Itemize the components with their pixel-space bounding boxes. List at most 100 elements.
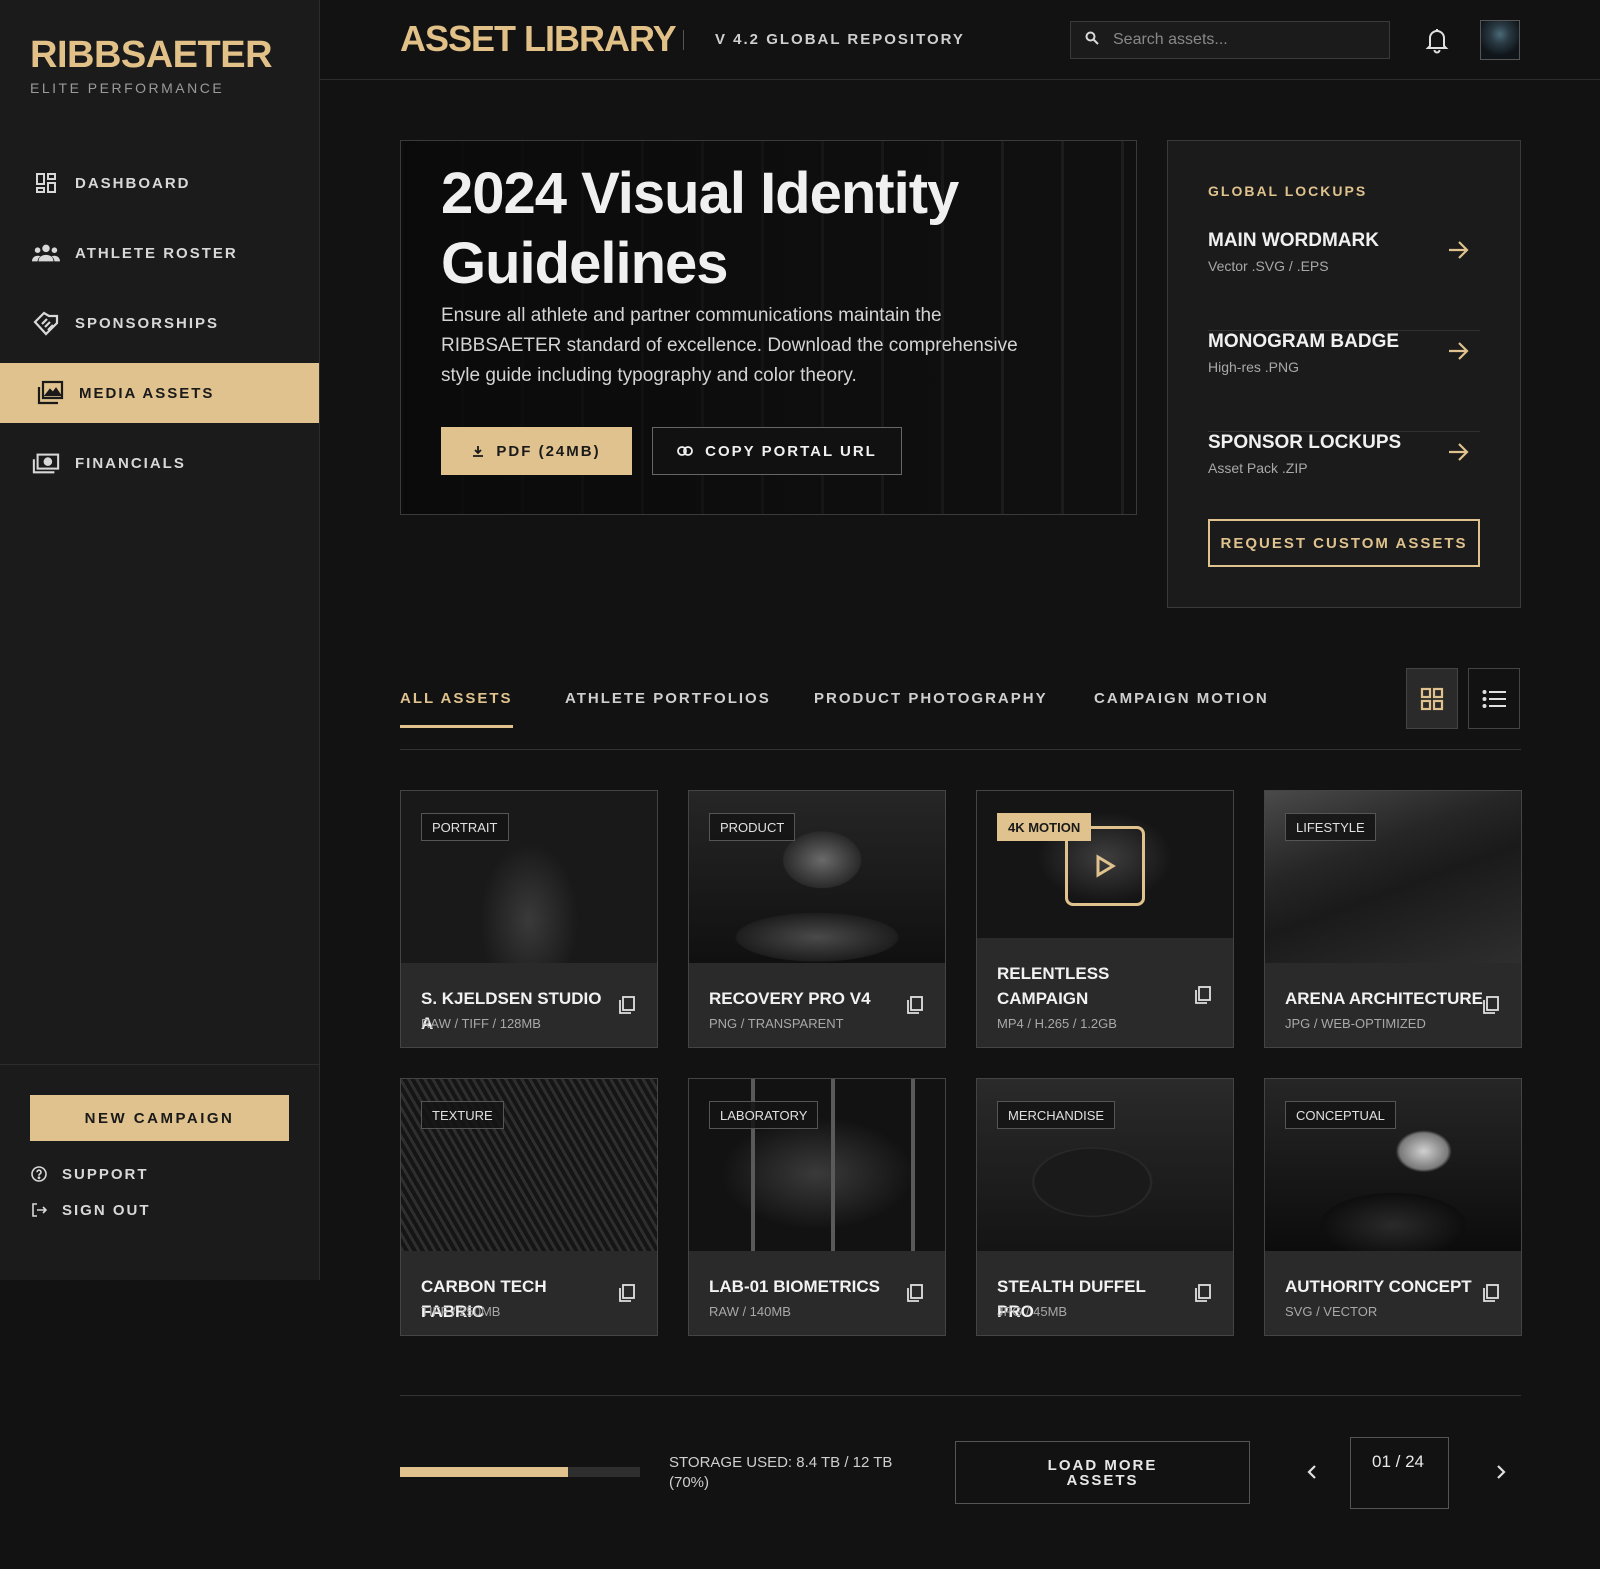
handshake-icon bbox=[32, 309, 60, 337]
sidebar-item-media-assets[interactable]: MEDIA ASSETS bbox=[0, 363, 319, 423]
storage-progress-bar bbox=[400, 1467, 640, 1477]
download-pdf-label: PDF (24MB) bbox=[496, 442, 601, 460]
asset-card[interactable]: PORTRAIT S. KJELDSEN STUDIO A RAW / TIFF… bbox=[400, 790, 658, 1048]
copy-icon[interactable] bbox=[1193, 985, 1213, 1005]
sidebar: RIBBSAETER ELITE PERFORMANCE DASHBOARD A… bbox=[0, 0, 320, 1280]
storage-progress-fill bbox=[400, 1467, 568, 1477]
arrow-right-icon bbox=[1449, 241, 1469, 259]
sidebar-item-label: DASHBOARD bbox=[75, 174, 191, 192]
asset-category-badge: MERCHANDISE bbox=[997, 1101, 1116, 1129]
sidebar-footer: NEW CAMPAIGN SUPPORT SIGN OUT bbox=[0, 1064, 319, 1219]
tab-all-assets[interactable]: ALL ASSETS bbox=[400, 690, 513, 728]
download-pdf-button[interactable]: PDF (24MB) bbox=[441, 427, 632, 475]
asset-category-badge: PORTRAIT bbox=[421, 813, 509, 841]
sidebar-item-sponsorships[interactable]: SPONSORSHIPS bbox=[0, 293, 319, 353]
brand-tagline: ELITE PERFORMANCE bbox=[30, 80, 225, 96]
asset-meta: JPG / WEB-OPTIMIZED bbox=[1285, 1016, 1426, 1031]
asset-title: ARENA ARCHITECTURE bbox=[1285, 989, 1484, 1008]
asset-category-badge: LIFESTYLE bbox=[1285, 813, 1376, 841]
grid-view-button[interactable] bbox=[1406, 668, 1458, 729]
brand[interactable]: RIBBSAETER ELITE PERFORMANCE bbox=[30, 34, 273, 96]
asset-category-badge: 4K MOTION bbox=[997, 813, 1092, 841]
copy-icon[interactable] bbox=[617, 1283, 637, 1303]
sign-out-link[interactable]: SIGN OUT bbox=[30, 1201, 289, 1219]
lockup-title: MAIN WORDMARK bbox=[1208, 230, 1379, 251]
copy-icon[interactable] bbox=[905, 1283, 925, 1303]
top-bar: ASSET LIBRARY V 4.2 GLOBAL REPOSITORY bbox=[320, 0, 1600, 80]
search-box bbox=[1070, 21, 1390, 59]
asset-card[interactable]: CONCEPTUAL AUTHORITY CONCEPT SVG / VECTO… bbox=[1264, 1078, 1522, 1336]
copy-icon[interactable] bbox=[1481, 995, 1501, 1015]
support-link[interactable]: SUPPORT bbox=[30, 1165, 289, 1183]
copy-icon[interactable] bbox=[905, 995, 925, 1015]
lockups-heading: GLOBAL LOCKUPS bbox=[1208, 183, 1368, 199]
copy-icon[interactable] bbox=[617, 995, 637, 1015]
asset-card[interactable]: LABORATORY LAB-01 BIOMETRICS RAW / 140MB bbox=[688, 1078, 946, 1336]
tab-athlete-portfolios[interactable]: ATHLETE PORTFOLIOS bbox=[565, 690, 771, 725]
global-lockups-panel: GLOBAL LOCKUPS MAIN WORDMARK Vector .SVG… bbox=[1167, 140, 1521, 608]
search-input[interactable] bbox=[1113, 31, 1363, 49]
arrow-right-icon bbox=[1449, 342, 1469, 360]
page-indicator: 01 / 24 bbox=[1350, 1437, 1449, 1509]
previous-page-button[interactable] bbox=[1297, 1457, 1327, 1487]
hero-banner: 2024 Visual Identity Guidelines Ensure a… bbox=[400, 140, 1137, 515]
asset-card[interactable]: MERCHANDISE STEALTH DUFFEL PRO JPG / 45M… bbox=[976, 1078, 1234, 1336]
sidebar-item-label: FINANCIALS bbox=[75, 454, 186, 472]
request-custom-assets-button[interactable]: REQUEST CUSTOM ASSETS bbox=[1208, 519, 1480, 567]
load-more-button[interactable]: LOAD MORE ASSETS bbox=[955, 1441, 1250, 1504]
asset-meta: SVG / VECTOR bbox=[1285, 1304, 1378, 1319]
asset-card[interactable]: LIFESTYLE ARENA ARCHITECTURE JPG / WEB-O… bbox=[1264, 790, 1522, 1048]
list-view-button[interactable] bbox=[1468, 668, 1520, 729]
copy-icon[interactable] bbox=[1481, 1283, 1501, 1303]
lockup-subtitle: Asset Pack .ZIP bbox=[1208, 460, 1308, 476]
next-page-button[interactable] bbox=[1486, 1457, 1516, 1487]
help-icon bbox=[30, 1165, 48, 1183]
list-view-icon bbox=[1482, 689, 1506, 708]
play-icon bbox=[1096, 854, 1116, 878]
copy-portal-url-button[interactable]: COPY PORTAL URL bbox=[652, 427, 902, 475]
lockup-subtitle: Vector .SVG / .EPS bbox=[1208, 258, 1329, 274]
asset-tabs: ALL ASSETS ATHLETE PORTFOLIOS PRODUCT PH… bbox=[400, 668, 1521, 750]
lockup-item-main-wordmark[interactable]: MAIN WORDMARK Vector .SVG / .EPS bbox=[1208, 230, 1480, 331]
sidebar-item-label: MEDIA ASSETS bbox=[79, 384, 215, 402]
hero-title: 2024 Visual Identity Guidelines bbox=[441, 161, 959, 296]
asset-category-badge: TEXTURE bbox=[421, 1101, 504, 1129]
lockup-item-sponsor-lockups[interactable]: SPONSOR LOCKUPS Asset Pack .ZIP bbox=[1208, 432, 1480, 533]
asset-title: RELENTLESS CAMPAIGN bbox=[997, 964, 1110, 1008]
payments-icon bbox=[32, 449, 60, 477]
grid-view-icon bbox=[1420, 687, 1444, 710]
asset-card[interactable]: 4K MOTION RELENTLESS CAMPAIGN MP4 / H.26… bbox=[976, 790, 1234, 1048]
link-icon bbox=[677, 446, 694, 456]
chevron-right-icon bbox=[1497, 1465, 1506, 1479]
support-label: SUPPORT bbox=[62, 1165, 149, 1183]
sidebar-item-athlete-roster[interactable]: ATHLETE ROSTER bbox=[0, 223, 319, 283]
lockup-item-monogram-badge[interactable]: MONOGRAM BADGE High-res .PNG bbox=[1208, 331, 1480, 432]
page-subtitle: V 4.2 GLOBAL REPOSITORY bbox=[715, 31, 965, 48]
asset-meta: RAW / TIFF / 128MB bbox=[421, 1016, 541, 1031]
asset-card[interactable]: TEXTURE CARBON TECH FABRIC TIFF / 250MB bbox=[400, 1078, 658, 1336]
logout-icon bbox=[30, 1201, 48, 1219]
sidebar-item-dashboard[interactable]: DASHBOARD bbox=[0, 153, 319, 213]
sidebar-item-financials[interactable]: FINANCIALS bbox=[0, 433, 319, 493]
new-campaign-button[interactable]: NEW CAMPAIGN bbox=[30, 1095, 289, 1141]
tab-campaign-motion[interactable]: CAMPAIGN MOTION bbox=[1094, 690, 1269, 725]
notifications-bell-icon[interactable] bbox=[1423, 26, 1451, 54]
sidebar-item-label: ATHLETE ROSTER bbox=[75, 244, 238, 262]
storage-used-text: STORAGE USED: 8.4 TB / 12 TB (70%) bbox=[669, 1454, 893, 1491]
title-divider bbox=[683, 30, 684, 50]
group-icon bbox=[32, 239, 60, 267]
search-icon bbox=[1085, 31, 1099, 50]
asset-card[interactable]: PRODUCT RECOVERY PRO V4 PNG / TRANSPAREN… bbox=[688, 790, 946, 1048]
tab-product-photography[interactable]: PRODUCT PHOTOGRAPHY bbox=[814, 690, 1048, 725]
arrow-right-icon bbox=[1449, 443, 1469, 461]
copy-portal-url-label: COPY PORTAL URL bbox=[705, 442, 877, 460]
avatar[interactable] bbox=[1480, 20, 1520, 60]
sign-out-label: SIGN OUT bbox=[62, 1201, 151, 1219]
lockup-subtitle: High-res .PNG bbox=[1208, 359, 1300, 375]
footer-divider bbox=[400, 1395, 1521, 1396]
photo-library-icon bbox=[36, 379, 64, 407]
sidebar-nav: DASHBOARD ATHLETE ROSTER SPONSORSHIPS ME… bbox=[0, 153, 319, 503]
asset-meta: JPG / 45MB bbox=[997, 1304, 1068, 1319]
copy-icon[interactable] bbox=[1193, 1283, 1213, 1303]
hero-description: Ensure all athlete and partner communica… bbox=[441, 305, 1018, 386]
